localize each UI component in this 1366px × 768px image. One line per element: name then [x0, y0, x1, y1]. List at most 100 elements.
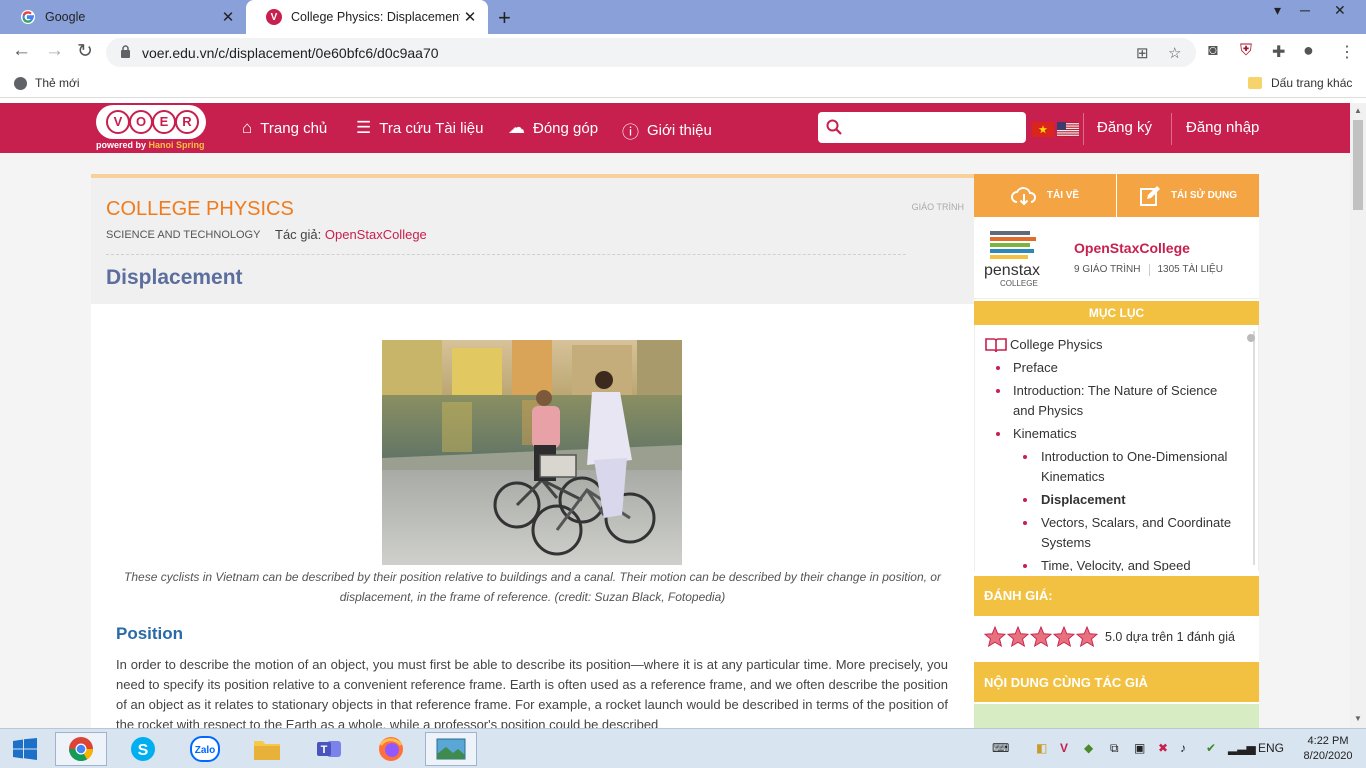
toc-heading: MỤC LỤC [974, 301, 1259, 325]
extension-shield-icon[interactable]: ⛨ [1240, 42, 1252, 60]
reload-icon[interactable]: ↻ [77, 40, 93, 63]
toc-item-intro-1d-cont[interactable]: Kinematics [1041, 467, 1105, 487]
network-error-icon[interactable]: ✖ [1158, 741, 1168, 755]
toc-item-time-velocity[interactable]: Time, Velocity, and Speed [1041, 556, 1191, 571]
profile-icon[interactable]: ● [1303, 40, 1314, 61]
info-icon: ⓘ [622, 123, 639, 142]
new-tab-icon[interactable]: + [498, 5, 511, 31]
nav-about[interactable]: ⓘ Giới thiệu [622, 118, 712, 143]
sync-tray-icon[interactable]: ⧉ [1110, 741, 1119, 756]
toc-item-college-physics[interactable]: College Physics [1010, 335, 1103, 355]
bookmark-other[interactable]: Dấu trang khác [1248, 76, 1352, 90]
scroll-up-icon[interactable]: ▲ [1354, 106, 1362, 115]
toc-scroll-thumb[interactable] [1247, 334, 1255, 342]
tab-search-icon[interactable]: ▾ [1274, 2, 1281, 19]
table-of-contents: College Physics Preface Introduction: Th… [974, 325, 1259, 571]
close-window-icon[interactable]: ✕ [1334, 2, 1346, 19]
logo-letter: O [129, 110, 153, 134]
bookmark-star-icon[interactable]: ☆ [1168, 44, 1181, 62]
keyboard-icon[interactable]: ⌨ [992, 741, 1009, 755]
translate-icon[interactable]: ⊞ [1136, 44, 1149, 62]
scroll-down-icon[interactable]: ▼ [1354, 714, 1362, 723]
shield-tray-icon[interactable]: ✔ [1206, 741, 1216, 755]
register-link[interactable]: Đăng ký [1097, 119, 1152, 136]
chrome-icon[interactable] [55, 732, 107, 766]
star-icon[interactable] [984, 626, 1006, 647]
zalo-icon[interactable]: Zalo [179, 732, 231, 766]
tab-college-physics[interactable]: V College Physics: Displacement - V ✕ [246, 0, 488, 34]
book-title[interactable]: COLLEGE PHYSICS [106, 198, 294, 221]
voer-logo[interactable]: V O E R powered by Hanoi Spring [96, 105, 206, 150]
search-icon[interactable] [826, 119, 842, 135]
language-indicator[interactable]: ENG [1258, 741, 1284, 755]
author-line: Tác giả: OpenStaxCollege [275, 227, 427, 242]
display-tray-icon[interactable]: ▣ [1134, 741, 1145, 755]
firefox-icon[interactable] [365, 732, 417, 766]
book-subject[interactable]: SCIENCE AND TECHNOLOGY [106, 229, 260, 241]
toc-item-vectors[interactable]: Vectors, Scalars, and Coordinate [1041, 513, 1231, 533]
openstax-logo[interactable]: penstax COLLEGE [984, 229, 1044, 289]
file-explorer-icon[interactable] [241, 732, 293, 766]
site-search-input[interactable] [818, 112, 1026, 143]
author-name[interactable]: OpenStaxCollege [1074, 240, 1190, 256]
forward-icon[interactable]: → [45, 40, 64, 62]
windows-start-icon[interactable] [0, 732, 50, 766]
rating-summary: 5.0 dựa trên 1 đánh giá [1105, 629, 1235, 644]
nav-documents[interactable]: ☰ Tra cứu Tài liệu [356, 118, 484, 138]
toc-item-intro-1d[interactable]: Introduction to One-Dimensional [1041, 447, 1227, 467]
separator [1171, 113, 1172, 145]
scroll-thumb[interactable] [1353, 120, 1363, 210]
toc-item-introduction-cont[interactable]: and Physics [1013, 401, 1083, 421]
related-heading: NỘI DUNG CÙNG TÁC GIẢ [974, 662, 1259, 702]
menu-icon[interactable]: ⋮ [1339, 42, 1355, 62]
svg-text:T: T [321, 744, 328, 756]
tab-google[interactable]: Google ✕ [0, 0, 246, 34]
skype-icon[interactable]: S [117, 732, 169, 766]
teams-icon[interactable]: T [303, 732, 355, 766]
vietnam-flag-icon[interactable] [1032, 122, 1054, 137]
extensions-puzzle-icon[interactable]: ✚ [1272, 42, 1285, 62]
camera-icon[interactable]: ◙ [1208, 42, 1218, 60]
toc-item-introduction[interactable]: Introduction: The Nature of Science [1013, 381, 1217, 401]
figure-caption: These cyclists in Vietnam can be describ… [124, 570, 941, 604]
logo-ring: V O E R [96, 105, 206, 139]
app-tray-icon[interactable]: ◆ [1084, 741, 1093, 755]
star-icon[interactable] [1030, 626, 1052, 647]
minimize-icon[interactable]: ─ [1300, 2, 1310, 18]
nav-home[interactable]: ⌂ Trang chủ [242, 118, 327, 138]
windows-taskbar: S Zalo T ⌨ ◧ V ◆ ⧉ ▣ ✖ ♪ ✔ ▂▃▅ ENG 4:22 … [0, 728, 1366, 768]
star-icon[interactable] [1053, 626, 1075, 647]
rating-stars[interactable]: 5.0 dựa trên 1 đánh giá [984, 626, 1235, 647]
unikey-icon[interactable]: V [1060, 741, 1068, 755]
logo-letter: V [106, 110, 130, 134]
volume-icon[interactable]: ♪ [1180, 741, 1186, 755]
page-scrollbar[interactable]: ▲ ▼ [1350, 103, 1366, 728]
toc-item-displacement[interactable]: Displacement [1041, 490, 1126, 510]
star-icon[interactable] [1076, 626, 1098, 647]
author-link[interactable]: OpenStaxCollege [325, 227, 427, 242]
toc-item-kinematics[interactable]: Kinematics [1013, 424, 1077, 444]
page-content: COLLEGE PHYSICS GIÁO TRÌNH SCIENCE AND T… [0, 153, 1350, 734]
nav-contribute[interactable]: ☁ Đóng góp [508, 118, 598, 138]
photos-icon[interactable] [425, 732, 477, 766]
toc-item-vectors-cont[interactable]: Systems [1041, 533, 1091, 553]
toc-scrollbar[interactable] [1247, 331, 1255, 565]
bookmarks-bar: Thẻ mới Dấu trang khác [0, 70, 1366, 98]
clock[interactable]: 4:22 PM 8/20/2020 [1296, 734, 1360, 764]
reuse-button[interactable]: TÁI SỬ DỤNG [1116, 174, 1259, 217]
author-stats: 9 GIÁO TRÌNH 1305 TÀI LIỆU [1074, 264, 1223, 276]
toc-bullet [996, 366, 1000, 370]
close-tab-icon[interactable]: ✕ [218, 8, 238, 26]
close-tab-icon[interactable]: ✕ [460, 8, 480, 26]
back-icon[interactable]: ← [12, 40, 31, 62]
address-bar[interactable]: voer.edu.vn/c/displacement/0e60bfc6/d0c9… [106, 38, 1196, 67]
login-link[interactable]: Đăng nhập [1186, 119, 1259, 136]
signal-icon[interactable]: ▂▃▅ [1228, 741, 1256, 755]
usa-flag-icon[interactable] [1057, 122, 1079, 137]
toc-item-preface[interactable]: Preface [1013, 358, 1058, 378]
star-icon[interactable] [1007, 626, 1029, 647]
download-button[interactable]: TẢI VỀ [974, 174, 1116, 217]
security-tray-icon[interactable]: ◧ [1036, 741, 1047, 755]
bookmark-new-tab[interactable]: Thẻ mới [14, 76, 80, 90]
svg-text:Zalo: Zalo [195, 745, 216, 756]
